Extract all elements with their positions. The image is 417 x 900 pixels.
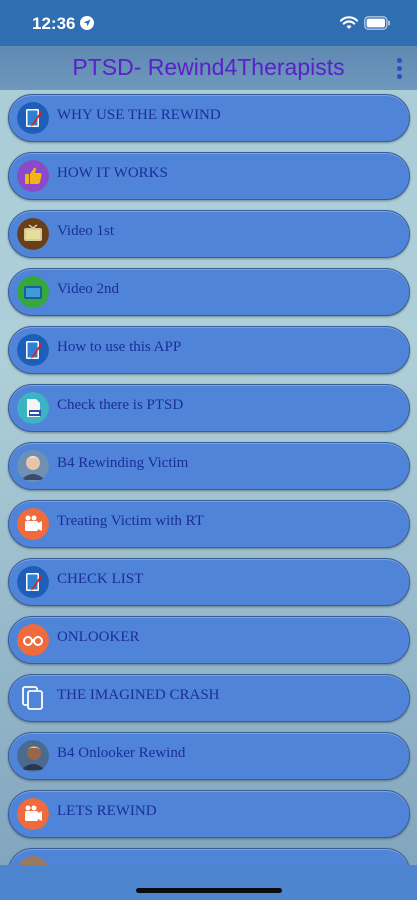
camera-icon: [17, 798, 49, 830]
item-label: LETS REWIND: [57, 803, 157, 819]
list-item[interactable]: Video 1st: [8, 210, 410, 258]
item-label: WHY USE THE REWIND: [57, 107, 221, 123]
list-item[interactable]: WHY USE THE REWIND: [8, 94, 410, 142]
person-photo-icon: [17, 740, 49, 772]
status-bar: 12:36: [0, 0, 417, 46]
list-item[interactable]: ONLOOKER: [8, 616, 410, 664]
item-label: How to use this APP: [57, 339, 182, 355]
person-photo-icon: [17, 450, 49, 482]
list-item[interactable]: THE IMAGINED CRASH: [8, 674, 410, 722]
psd-file-icon: [17, 392, 49, 424]
list-item[interactable]: Check there is PTSD: [8, 384, 410, 432]
home-indicator[interactable]: [136, 888, 282, 893]
item-label: ONLOOKER: [57, 629, 140, 645]
notepad-pencil-icon: [17, 566, 49, 598]
camera-icon: [17, 508, 49, 540]
item-label: Video 2nd: [57, 281, 120, 297]
item-label: THE IMAGINED CRASH: [57, 687, 220, 703]
thumbs-up-icon: [17, 160, 49, 192]
status-time: 12:36: [32, 14, 76, 33]
list-item[interactable]: Video 2nd: [8, 268, 410, 316]
notepad-pencil-icon: [17, 334, 49, 366]
list-item[interactable]: CHECK LIST: [8, 558, 410, 606]
item-label: B4 Onlooker Rewind: [57, 745, 186, 761]
list-item[interactable]: HOW IT WORKS: [8, 152, 410, 200]
pages-icon: [22, 686, 43, 710]
battery-icon: [364, 16, 390, 30]
list-item[interactable]: B4 Onlooker Rewind: [8, 732, 410, 780]
notepad-pencil-icon: [17, 102, 49, 134]
item-label: Check there is PTSD: [57, 397, 184, 413]
overflow-menu-icon[interactable]: [397, 58, 403, 80]
list-item[interactable]: How to use this APP: [8, 326, 410, 374]
location-arrow-icon: [80, 16, 94, 30]
tv-icon: [17, 276, 49, 308]
item-label: CHECK LIST: [57, 571, 144, 587]
wifi-icon: [339, 16, 359, 29]
item-label: Treating Victim with RT: [57, 513, 204, 529]
list-item[interactable]: B4 Rewinding Victim: [8, 442, 410, 490]
item-label: Video 1st: [57, 223, 115, 239]
item-label: HOW IT WORKS: [57, 165, 168, 181]
app-bar: PTSD- Rewind4Therapists: [0, 46, 417, 90]
home-indicator-area: [0, 865, 417, 900]
list-item[interactable]: LETS REWIND: [8, 790, 410, 838]
app-title: PTSD- Rewind4Therapists: [72, 54, 345, 80]
item-label: B4 Rewinding Victim: [57, 455, 189, 471]
list-item[interactable]: Treating Victim with RT: [8, 500, 410, 548]
tv-icon: [17, 218, 49, 250]
glasses-icon: [17, 624, 49, 656]
